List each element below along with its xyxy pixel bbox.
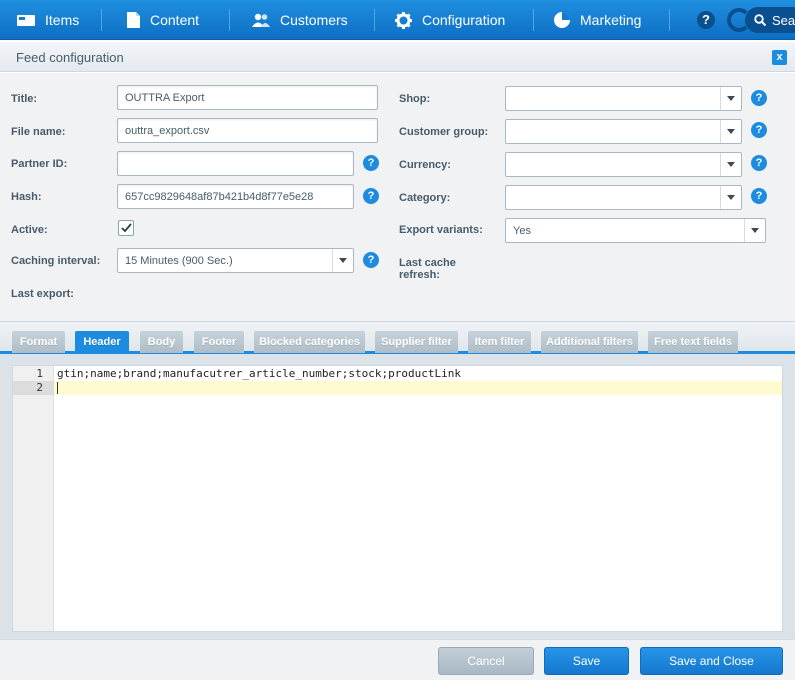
last-cache-refresh-label-line1: Last cache xyxy=(399,257,456,269)
checkmark-icon xyxy=(120,223,132,233)
shop-label: Shop: xyxy=(399,93,431,105)
chevron-down-icon[interactable] xyxy=(744,219,765,242)
nav-divider xyxy=(533,9,534,31)
active-label: Active: xyxy=(11,224,48,236)
customer-group-label: Customer group: xyxy=(399,126,489,138)
search-icon xyxy=(754,14,766,26)
text-cursor xyxy=(57,382,58,394)
main-menu-bar: Items Content Customers Configuration Ma… xyxy=(0,0,795,40)
nav-divider xyxy=(101,9,102,31)
line-number: 2 xyxy=(36,381,43,394)
tab-supplier-filter[interactable]: Supplier filter xyxy=(375,331,458,353)
search-label: Sea xyxy=(772,12,795,28)
tab-panel: Format Header Body Footer Blocked catego… xyxy=(0,321,795,639)
search-button[interactable]: Sea xyxy=(745,7,795,33)
nav-item-items[interactable]: Items xyxy=(17,0,79,40)
last-export-label: Last export: xyxy=(11,288,74,300)
active-line-highlight xyxy=(54,381,782,395)
tab-item-filter[interactable]: Item filter xyxy=(468,331,531,353)
filename-label: File name: xyxy=(11,126,66,138)
last-cache-refresh-label-line2: refresh: xyxy=(399,269,440,281)
chevron-down-icon[interactable] xyxy=(720,186,741,209)
line-number: 1 xyxy=(36,367,43,380)
save-and-close-button[interactable]: Save and Close xyxy=(640,647,783,675)
caching-interval-label: Caching interval: xyxy=(11,255,101,267)
tab-additional-filters[interactable]: Additional filters xyxy=(541,331,638,353)
code-editor[interactable]: 1 2 gtin;name;brand;manufacutrer_article… xyxy=(12,365,783,632)
shop-select[interactable] xyxy=(505,86,742,111)
title-input[interactable]: OUTTRA Export xyxy=(117,85,378,110)
nav-item-content[interactable]: Content xyxy=(127,0,199,40)
pie-chart-icon xyxy=(554,12,570,28)
help-icon[interactable]: ? xyxy=(363,252,379,268)
help-icon[interactable]: ? xyxy=(751,122,767,138)
help-icon[interactable]: ? xyxy=(751,90,767,106)
help-icon[interactable]: ? xyxy=(751,188,767,204)
export-variants-label: Export variants: xyxy=(399,224,483,236)
nav-item-configuration[interactable]: Configuration xyxy=(395,0,505,40)
close-button[interactable]: x xyxy=(772,50,787,65)
chevron-down-icon[interactable] xyxy=(720,87,741,110)
feed-form: Title: OUTTRA Export File name: outtra_e… xyxy=(0,73,795,321)
cancel-button[interactable]: Cancel xyxy=(438,647,534,675)
currency-select[interactable] xyxy=(505,152,742,177)
nav-divider xyxy=(374,9,375,31)
tab-format[interactable]: Format xyxy=(12,331,65,353)
content-icon xyxy=(127,12,140,28)
tab-body[interactable]: Body xyxy=(140,331,183,353)
nav-item-customers[interactable]: Customers xyxy=(252,0,348,40)
window-header: Feed configuration x xyxy=(0,41,795,72)
nav-label: Marketing xyxy=(580,12,642,28)
caching-interval-select[interactable]: 15 Minutes (900 Sec.) xyxy=(117,248,354,273)
nav-divider xyxy=(229,9,230,31)
currency-label: Currency: xyxy=(399,159,451,171)
gear-icon xyxy=(395,11,412,29)
save-button[interactable]: Save xyxy=(544,647,629,675)
nav-item-marketing[interactable]: Marketing xyxy=(554,0,641,40)
tab-bar: Format Header Body Footer Blocked catego… xyxy=(0,322,795,354)
nav-label: Content xyxy=(150,12,200,28)
tab-header[interactable]: Header xyxy=(75,331,129,353)
help-icon[interactable]: ? xyxy=(363,155,379,171)
window-title: Feed configuration xyxy=(16,50,124,65)
tab-free-text-fields[interactable]: Free text fields xyxy=(648,331,738,353)
tab-footer[interactable]: Footer xyxy=(194,331,244,353)
window-footer: Cancel Save Save and Close xyxy=(0,639,795,680)
partner-id-label: Partner ID: xyxy=(11,158,68,170)
hash-label: Hash: xyxy=(11,191,42,203)
code-line[interactable]: gtin;name;brand;manufacutrer_article_num… xyxy=(57,367,461,381)
help-icon[interactable]: ? xyxy=(697,11,715,29)
category-label: Category: xyxy=(399,192,451,204)
filename-input[interactable]: outtra_export.csv xyxy=(117,118,378,143)
customers-icon xyxy=(252,13,270,27)
customer-group-select[interactable] xyxy=(505,119,742,144)
active-checkbox[interactable] xyxy=(118,220,134,236)
chevron-down-icon[interactable] xyxy=(720,153,741,176)
caching-interval-value: 15 Minutes (900 Sec.) xyxy=(125,255,233,267)
hash-input[interactable]: 657cc9829648af87b421b4d8f77e5e28 xyxy=(117,184,354,209)
export-variants-select[interactable]: Yes xyxy=(505,218,766,243)
partner-id-input[interactable] xyxy=(117,151,354,176)
chevron-down-icon[interactable] xyxy=(332,249,353,272)
help-icon[interactable]: ? xyxy=(751,155,767,171)
help-icon[interactable]: ? xyxy=(363,188,379,204)
export-variants-value: Yes xyxy=(513,225,531,237)
category-select[interactable] xyxy=(505,185,742,210)
nav-label: Configuration xyxy=(422,12,506,28)
line-gutter xyxy=(13,366,54,631)
items-icon xyxy=(17,14,35,27)
nav-divider xyxy=(669,9,670,31)
tab-blocked-categories[interactable]: Blocked categories xyxy=(254,331,365,353)
title-label: Title: xyxy=(11,93,38,105)
nav-label: Items xyxy=(45,12,80,28)
nav-label: Customers xyxy=(280,12,348,28)
chevron-down-icon[interactable] xyxy=(720,120,741,143)
